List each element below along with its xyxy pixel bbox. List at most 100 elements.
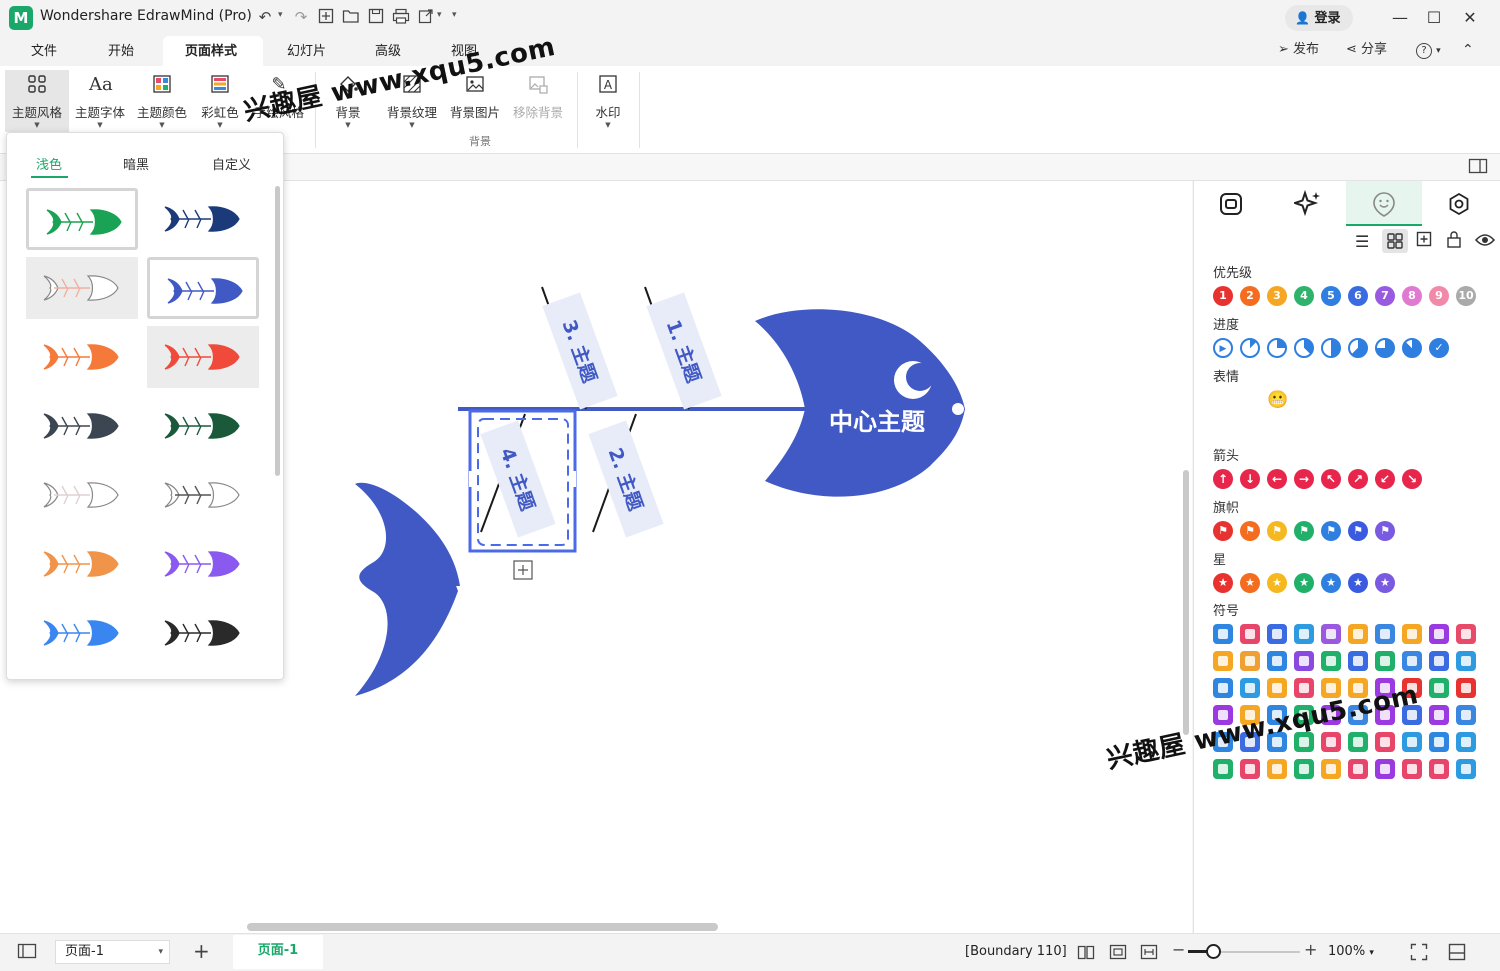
lock-icon[interactable] bbox=[1446, 231, 1464, 253]
symbol-icon[interactable] bbox=[1321, 624, 1341, 644]
symbol-icon[interactable] bbox=[1321, 732, 1341, 752]
priority-2-icon[interactable]: 2 bbox=[1240, 286, 1260, 306]
symbol-icon[interactable] bbox=[1429, 705, 1449, 725]
emoji-icon[interactable]: 😊 bbox=[1213, 390, 1233, 410]
progress-icon[interactable] bbox=[1348, 338, 1368, 358]
symbol-icon[interactable] bbox=[1402, 624, 1422, 644]
priority-10-icon[interactable]: 10 bbox=[1456, 286, 1476, 306]
flag-icon[interactable]: ⚑ bbox=[1267, 521, 1287, 541]
symbol-icon[interactable] bbox=[1348, 732, 1368, 752]
export-dropdown-icon[interactable]: ▾ bbox=[437, 10, 442, 20]
star-icon[interactable]: ★ bbox=[1213, 573, 1233, 593]
page-tab[interactable]: 页面-1 bbox=[233, 935, 323, 969]
theme-thumbnail[interactable] bbox=[26, 464, 138, 526]
priority-7-icon[interactable]: 7 bbox=[1375, 286, 1395, 306]
emoji-icon[interactable]: 😋 bbox=[1267, 417, 1287, 437]
undo-dropdown-icon[interactable]: ▾ bbox=[278, 10, 283, 20]
share-button[interactable]: ⋖ 分享 bbox=[1346, 40, 1387, 60]
flag-icon[interactable]: ⚑ bbox=[1294, 521, 1314, 541]
theme-thumbnail[interactable] bbox=[26, 395, 138, 457]
symbol-icon[interactable] bbox=[1321, 651, 1341, 671]
tab-dark[interactable]: 暗黑 bbox=[123, 154, 149, 173]
arrow-icon[interactable]: ← bbox=[1267, 469, 1287, 489]
publish-button[interactable]: ➢ 发布 bbox=[1278, 40, 1319, 60]
theme-color-button[interactable]: 主题颜色 ▼ bbox=[133, 70, 191, 132]
add-page-icon[interactable]: + bbox=[193, 939, 210, 963]
symbol-icon[interactable] bbox=[1456, 651, 1476, 671]
symbol-icon[interactable] bbox=[1456, 759, 1476, 779]
theme-thumbnail[interactable] bbox=[147, 533, 259, 595]
symbol-icon[interactable] bbox=[1267, 759, 1287, 779]
priority-3-icon[interactable]: 3 bbox=[1267, 286, 1287, 306]
zoom-level[interactable]: 100% ▾ bbox=[1328, 944, 1374, 959]
collapse-ribbon-icon[interactable]: ⌃ bbox=[1462, 40, 1474, 60]
theme-thumbnail[interactable] bbox=[147, 464, 259, 526]
symbol-icon[interactable] bbox=[1267, 624, 1287, 644]
add-mark-icon[interactable] bbox=[1416, 231, 1434, 253]
fit-screen-icon[interactable] bbox=[1140, 944, 1158, 964]
arrow-icon[interactable]: ↑ bbox=[1213, 469, 1233, 489]
arrow-icon[interactable]: ↖ bbox=[1321, 469, 1341, 489]
theme-thumbnail[interactable] bbox=[26, 188, 138, 250]
arrow-icon[interactable]: ↙ bbox=[1375, 469, 1395, 489]
progress-icon[interactable] bbox=[1375, 338, 1395, 358]
symbol-icon[interactable] bbox=[1375, 732, 1395, 752]
fullscreen-icon[interactable] bbox=[1410, 943, 1428, 965]
emoji-icon[interactable]: 😬 bbox=[1267, 390, 1288, 410]
symbol-icon[interactable] bbox=[1213, 651, 1233, 671]
star-icon[interactable]: ★ bbox=[1267, 573, 1287, 593]
symbol-icon[interactable] bbox=[1294, 759, 1314, 779]
tab-slides[interactable]: 幻灯片 bbox=[287, 41, 326, 63]
emoji-icon[interactable]: 😨 bbox=[1456, 390, 1476, 410]
symbol-icon[interactable] bbox=[1456, 705, 1476, 725]
emoji-icon[interactable]: 😭 bbox=[1348, 390, 1368, 410]
grid-view-button[interactable] bbox=[1382, 229, 1408, 253]
flag-icon[interactable]: ⚑ bbox=[1375, 521, 1395, 541]
priority-4-icon[interactable]: 4 bbox=[1294, 286, 1314, 306]
progress-icon[interactable] bbox=[1267, 338, 1287, 358]
flag-icon[interactable]: ⚑ bbox=[1213, 521, 1233, 541]
symbol-icon[interactable] bbox=[1213, 759, 1233, 779]
flag-icon[interactable]: ⚑ bbox=[1240, 521, 1260, 541]
star-icon[interactable]: ★ bbox=[1240, 573, 1260, 593]
star-icon[interactable]: ★ bbox=[1321, 573, 1341, 593]
symbol-icon[interactable] bbox=[1456, 624, 1476, 644]
progress-icon[interactable]: ▶ bbox=[1213, 338, 1233, 358]
emoji-icon[interactable]: 😟 bbox=[1294, 390, 1314, 410]
minimize-icon[interactable]: — bbox=[1390, 8, 1410, 27]
print-icon[interactable] bbox=[392, 8, 410, 28]
help-button[interactable]: ? ▾ bbox=[1416, 40, 1441, 61]
symbol-icon[interactable] bbox=[1429, 759, 1449, 779]
dropdown-scrollbar[interactable] bbox=[275, 186, 280, 476]
emoji-icon[interactable]: 😍 bbox=[1294, 417, 1314, 437]
flag-icon[interactable]: ⚑ bbox=[1321, 521, 1341, 541]
arrow-icon[interactable]: ↘ bbox=[1402, 469, 1422, 489]
theme-thumbnail[interactable] bbox=[26, 533, 138, 595]
theme-thumbnail[interactable] bbox=[147, 188, 259, 250]
symbol-icon[interactable] bbox=[1213, 678, 1233, 698]
symbol-icon[interactable] bbox=[1456, 732, 1476, 752]
fit-page-icon[interactable] bbox=[1109, 944, 1127, 964]
emoji-icon[interactable]: 😄 bbox=[1240, 390, 1260, 410]
horizontal-scrollbar[interactable] bbox=[247, 923, 718, 931]
symbol-icon[interactable] bbox=[1240, 651, 1260, 671]
progress-icon[interactable] bbox=[1321, 338, 1341, 358]
symbol-icon[interactable] bbox=[1375, 624, 1395, 644]
star-icon[interactable]: ★ bbox=[1294, 573, 1314, 593]
priority-5-icon[interactable]: 5 bbox=[1321, 286, 1341, 306]
new-file-icon[interactable] bbox=[317, 8, 335, 28]
rainbow-button[interactable]: 彩虹色 ▼ bbox=[195, 70, 245, 132]
emoji-icon[interactable]: 😡 bbox=[1321, 390, 1341, 410]
symbol-icon[interactable] bbox=[1375, 759, 1395, 779]
symbol-icon[interactable] bbox=[1456, 678, 1476, 698]
style-icon[interactable] bbox=[1219, 192, 1243, 220]
tab-file[interactable]: 文件 bbox=[31, 41, 57, 63]
emoji-icon[interactable]: 😲 bbox=[1402, 390, 1422, 410]
maximize-icon[interactable]: ☐ bbox=[1424, 8, 1444, 27]
login-button[interactable]: 👤 登录 bbox=[1285, 5, 1353, 31]
ai-magic-icon[interactable] bbox=[1291, 189, 1322, 222]
tab-custom[interactable]: 自定义 bbox=[212, 154, 251, 173]
redo-icon[interactable]: ↷ bbox=[292, 8, 310, 26]
tab-light[interactable]: 浅色 bbox=[36, 154, 62, 173]
tab-page-style[interactable]: 页面样式 bbox=[185, 41, 237, 63]
